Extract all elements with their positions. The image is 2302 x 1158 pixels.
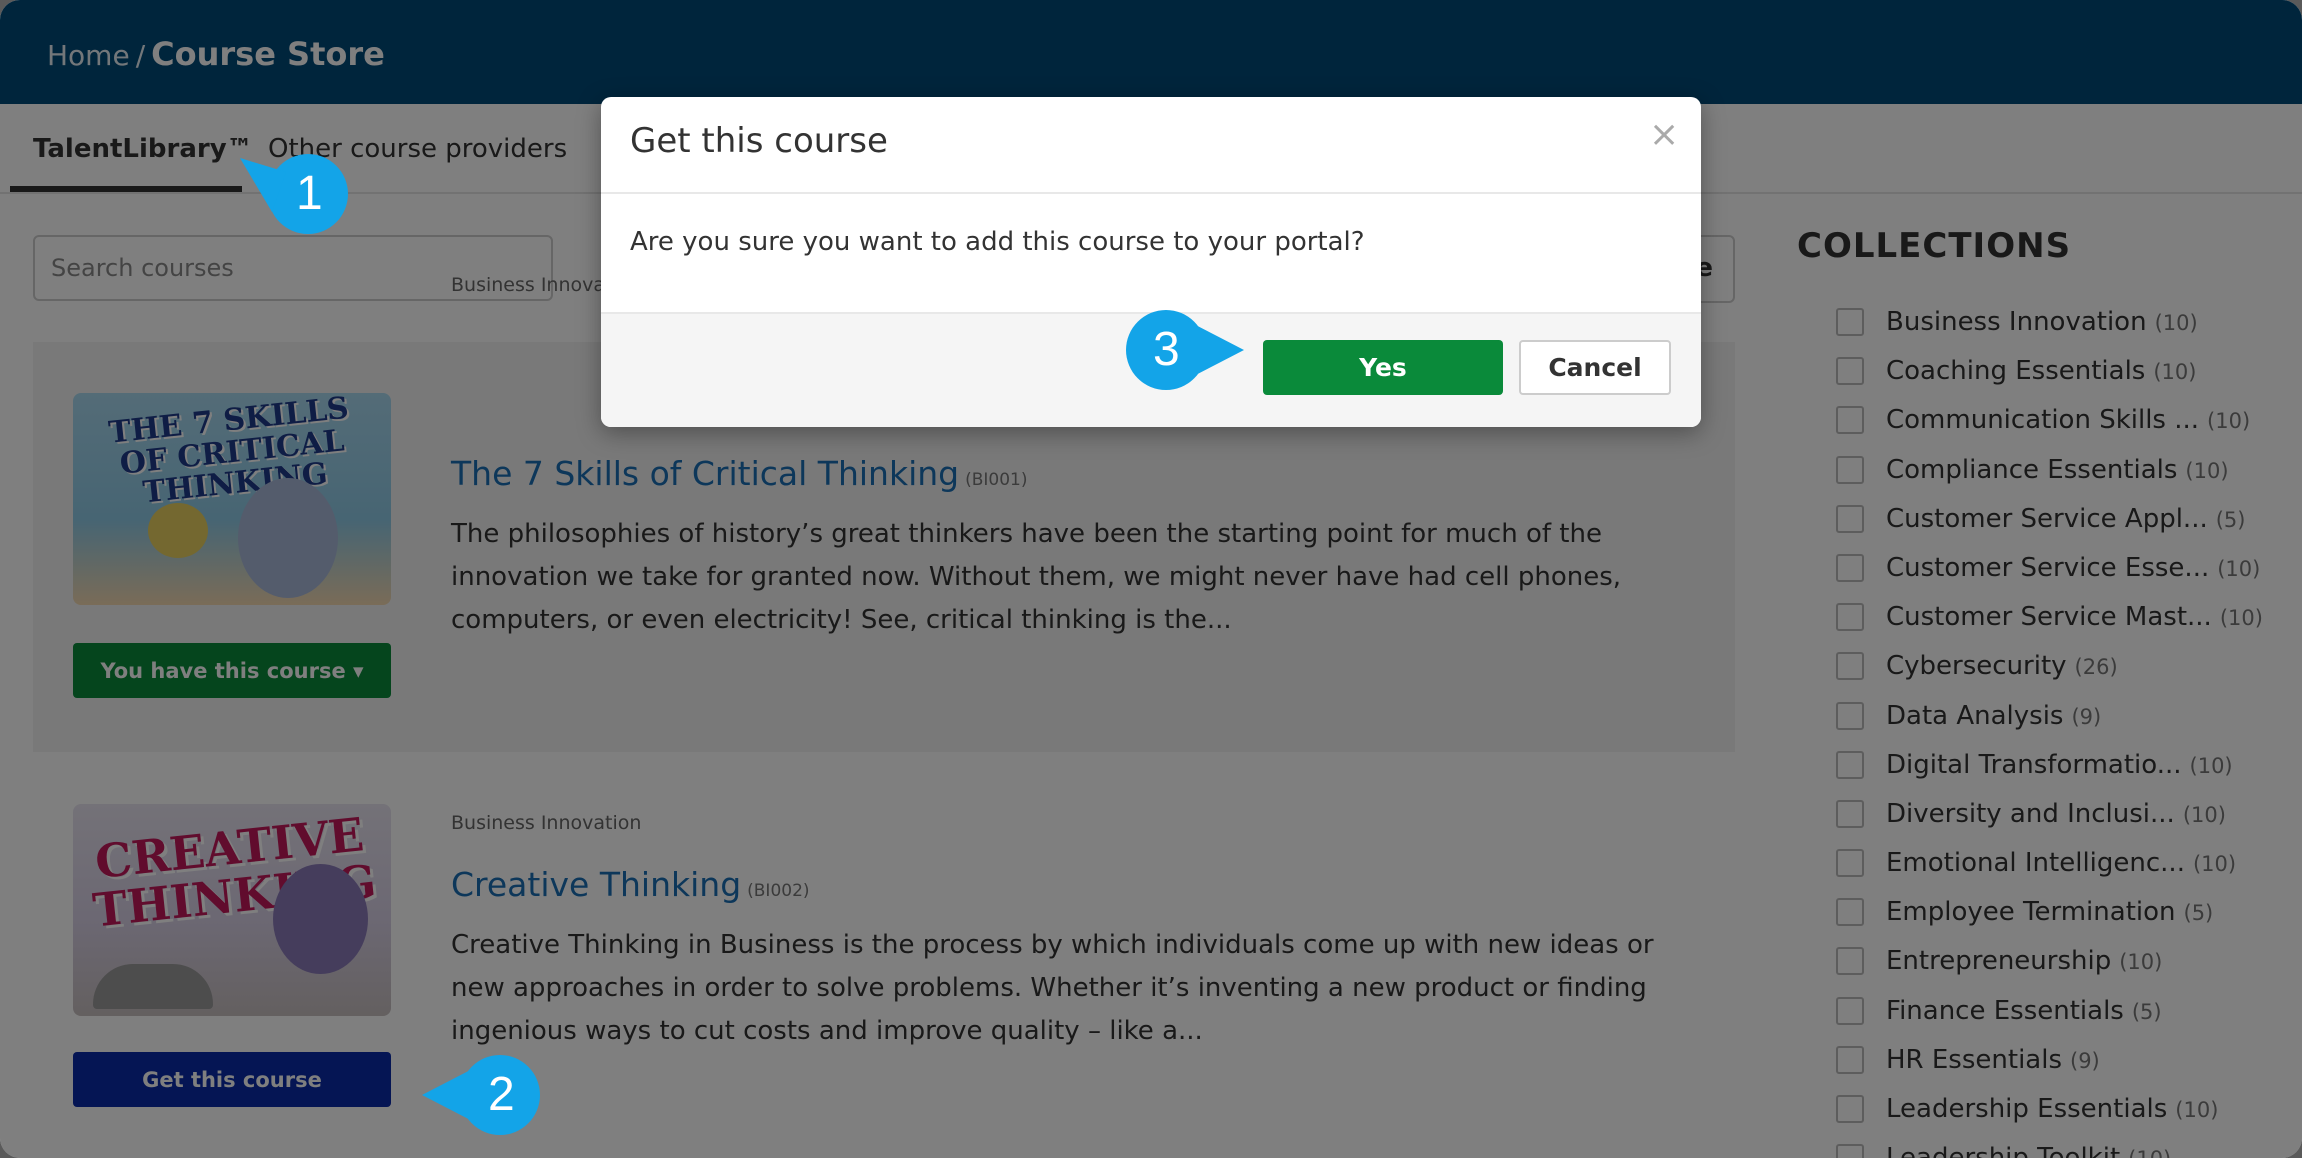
- callout-marker-1: 1: [238, 152, 350, 236]
- callout-shape: [240, 154, 348, 234]
- cancel-button[interactable]: Cancel: [1519, 340, 1671, 395]
- callout-marker-2: 2: [420, 1053, 540, 1137]
- app-frame: Home/Course Store TalentLibrary™ Other c…: [0, 0, 2302, 1158]
- callout-number: 1: [296, 167, 323, 220]
- modal-title: Get this course: [630, 121, 888, 161]
- callout-shape: [1126, 310, 1244, 390]
- yes-button[interactable]: Yes: [1263, 340, 1503, 395]
- modal-header: Get this course ×: [601, 97, 1701, 194]
- callout-number: 2: [488, 1068, 515, 1121]
- callout-marker-3: 3: [1124, 308, 1246, 392]
- close-icon[interactable]: ×: [1649, 117, 1679, 153]
- modal-message: Are you sure you want to add this course…: [630, 227, 1365, 257]
- callout-shape: [422, 1055, 540, 1135]
- callout-number: 3: [1153, 323, 1180, 376]
